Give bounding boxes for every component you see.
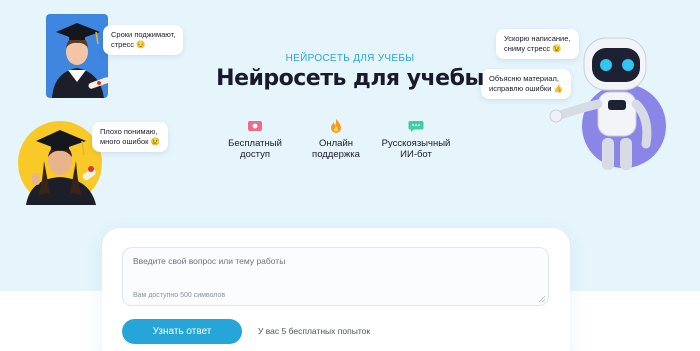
feature-label: Бесплатный доступ bbox=[228, 138, 282, 160]
feature-russian-bot: Русскоязычный ИИ-бот bbox=[371, 118, 461, 160]
speech-bubble-deadlines: Сроки поджимают, стресс 😔 bbox=[103, 25, 184, 55]
ticket-icon bbox=[248, 121, 262, 131]
student-girl-image bbox=[16, 117, 104, 205]
feature-online-support: Онлайн поддержка bbox=[291, 118, 381, 160]
page-title: Нейросеть для учебы bbox=[216, 66, 484, 91]
flame-icon bbox=[331, 119, 341, 133]
question-form-card: Введите свой вопрос или тему работы Вам … bbox=[102, 228, 570, 351]
feature-label: Русскоязычный ИИ-бот bbox=[381, 138, 451, 160]
chat-icon bbox=[408, 121, 424, 132]
get-answer-button[interactable]: Узнать ответ bbox=[122, 319, 242, 344]
feature-label: Онлайн поддержка bbox=[312, 138, 360, 160]
question-input-placeholder: Введите свой вопрос или тему работы bbox=[133, 256, 286, 266]
speech-bubble-mistakes: Плохо понимаю, много ошибок 😢 bbox=[92, 122, 168, 152]
question-input[interactable]: Введите свой вопрос или тему работы Вам … bbox=[122, 247, 549, 306]
free-attempts-text: У вас 5 бесплатных попыток bbox=[258, 326, 371, 336]
resize-grip-icon[interactable] bbox=[539, 296, 545, 302]
character-counter: Вам доступно 500 символов bbox=[133, 292, 226, 299]
hero-eyebrow: НЕЙРОСЕТЬ ДЛЯ УЧЕБЫ bbox=[285, 53, 415, 64]
feature-free-access: Бесплатный доступ bbox=[210, 118, 300, 160]
